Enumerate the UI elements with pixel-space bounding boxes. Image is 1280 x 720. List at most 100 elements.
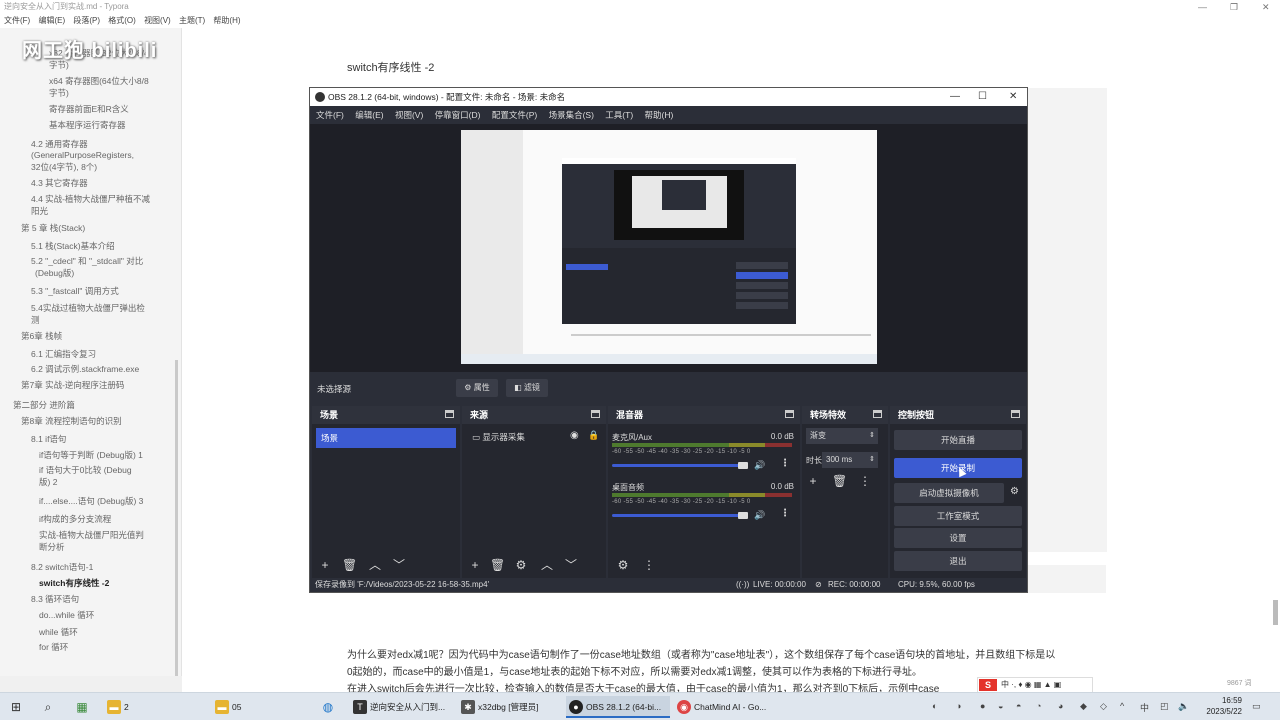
preview-canvas[interactable]: [461, 130, 877, 364]
notification-icon[interactable]: ▭: [1252, 701, 1261, 712]
toc-item[interactable]: (Debug版): [35, 268, 74, 279]
chevron-up-icon[interactable]: ^: [1120, 701, 1124, 711]
toc-item[interactable]: if....else....语句 (Debug版) 3: [39, 496, 143, 507]
toc-item[interactable]: switch有序线性 -2: [39, 578, 109, 589]
undock-icon[interactable]: [873, 410, 882, 418]
kebab-menu-icon[interactable]: ⋮: [780, 508, 790, 519]
exit-button[interactable]: 退出: [894, 551, 1022, 571]
toc-item[interactable]: 5.2 "_cdecl" 和 "_stdcall" 对比: [31, 256, 143, 267]
taskbar-folder-2[interactable]: ▬ 2: [104, 696, 204, 718]
network-icon[interactable]: ◰: [1160, 701, 1169, 712]
chevron-down-icon[interactable]: ﹀: [564, 558, 578, 572]
minimize-icon[interactable]: —: [1198, 0, 1207, 14]
menu-format[interactable]: 格式(O): [108, 16, 136, 25]
menu-file[interactable]: 文件(F): [4, 16, 30, 25]
toc-item[interactable]: 6.1 汇编指令复习: [31, 349, 96, 360]
toc-item[interactable]: 8.1 if语句: [31, 434, 66, 445]
obs-menu-view[interactable]: 视图(V): [395, 110, 423, 120]
start-streaming-button[interactable]: 开始直播: [894, 430, 1022, 450]
toc-item[interactable]: 字节): [49, 88, 69, 99]
toc-item[interactable]: 第8章 流程控制语句的识别: [21, 416, 122, 427]
close-icon[interactable]: ✕: [1262, 0, 1270, 14]
taskbar-typora[interactable]: T 逆向安全从入门到...: [350, 696, 454, 718]
toc-item[interactable]: 测: [31, 315, 40, 326]
toc-item[interactable]: 断分析: [39, 542, 65, 553]
tray-app-icon[interactable]: ◕: [1058, 701, 1063, 711]
sidebar-scrollbar[interactable]: [175, 360, 178, 690]
menu-theme[interactable]: 主题(T): [179, 16, 205, 25]
volume-slider-knob[interactable]: [738, 462, 748, 469]
ime-toolbar[interactable]: S 中 ·, ♦ ◉ ▦ ▲ ▣: [977, 677, 1093, 693]
volume-slider[interactable]: [612, 464, 748, 467]
obs-menu-profile[interactable]: 配置文件(P): [492, 110, 537, 120]
menu-help[interactable]: 帮助(H): [213, 16, 240, 25]
filters-button[interactable]: ◧ 滤镜: [506, 379, 548, 397]
tray-app-icon[interactable]: ●: [980, 701, 985, 711]
toc-item[interactable]: 4.2 通用寄存器: [31, 139, 88, 150]
toc-item[interactable]: 实战-植物大战僵尸阳光值判: [39, 530, 144, 541]
start-virtual-camera-button[interactable]: 启动虚拟摄像机: [894, 483, 1004, 503]
toc-item[interactable]: if构成的多分支流程: [39, 514, 111, 525]
trash-icon[interactable]: 🗑: [490, 558, 505, 572]
scene-item[interactable]: 场景: [316, 428, 456, 448]
toc-item[interactable]: do...while 循环: [39, 610, 94, 621]
spreadsheet-app-icon[interactable]: ▦: [74, 699, 90, 715]
toc-item[interactable]: 6.2 调试示例.stackframe.exe: [31, 364, 139, 375]
obs-menu-file[interactable]: 文件(F): [316, 110, 344, 120]
toc-item[interactable]: 第7章 实战-逆向程序注册码: [21, 380, 124, 391]
windows-start-icon[interactable]: ⊞: [8, 699, 24, 715]
volume-slider-knob[interactable]: [738, 512, 748, 519]
tray-app-icon[interactable]: ◇: [1100, 701, 1107, 712]
menu-view[interactable]: 视图(V): [144, 16, 171, 25]
chevron-down-icon[interactable]: ﹀: [392, 558, 406, 572]
trash-icon[interactable]: 🗑: [832, 474, 847, 488]
ime-tray-icon[interactable]: 中: [1140, 701, 1149, 714]
chevron-up-icon[interactable]: ︿: [540, 558, 554, 572]
tray-app-icon[interactable]: ◒: [998, 701, 1003, 711]
gear-icon[interactable]: ⚙: [514, 558, 528, 572]
toc-item[interactable]: if 语句大于0比较 (Debug: [39, 465, 132, 476]
obs-minimize-icon[interactable]: —: [950, 88, 960, 106]
toc-item[interactable]: 4.3 其它寄存器: [31, 178, 88, 189]
toc-item[interactable]: 第 5 章 栈(Stack): [21, 223, 85, 234]
toc-item[interactable]: for 循环: [39, 642, 68, 653]
menu-edit[interactable]: 编辑(E): [38, 16, 65, 25]
tray-app-icon[interactable]: ◐: [932, 701, 937, 711]
studio-mode-button[interactable]: 工作室模式: [894, 506, 1022, 526]
speaker-icon[interactable]: 🔊: [754, 510, 765, 521]
duration-input[interactable]: 300 ms ⇕: [822, 452, 878, 468]
search-icon[interactable]: ⌕: [40, 699, 56, 715]
toc-item[interactable]: 版) 2: [39, 477, 57, 488]
toc-item[interactable]: 第二部分 进阶篇: [13, 400, 75, 411]
toc-item[interactable]: 5.3 "_fastcall" 调用方式: [31, 286, 119, 297]
updown-icon[interactable]: ⇕: [869, 452, 875, 468]
preview-area[interactable]: [310, 124, 1027, 372]
toc-item[interactable]: 5.1 栈(Stack)基本介绍: [31, 241, 115, 252]
obs-menu-docks[interactable]: 停靠窗口(D): [435, 110, 481, 120]
toc-item[interactable]: if语句等于判断 (Debug版) 1: [39, 450, 143, 461]
toc-item[interactable]: while 循环: [39, 627, 78, 638]
obs-menu-edit[interactable]: 编辑(E): [355, 110, 383, 120]
maximize-icon[interactable]: ❐: [1230, 0, 1238, 14]
speaker-icon[interactable]: 🔊: [754, 460, 765, 471]
volume-icon[interactable]: 🔈: [1178, 701, 1189, 712]
obs-close-icon[interactable]: ✕: [1009, 88, 1017, 106]
add-icon[interactable]: +: [468, 558, 482, 572]
undock-icon[interactable]: [785, 410, 794, 418]
toc-item[interactable]: 8.3 循环语句: [31, 594, 79, 605]
volume-slider[interactable]: [612, 514, 748, 517]
obs-menu-help[interactable]: 帮助(H): [645, 110, 674, 120]
toc-item[interactable]: 5.4实战过植物大战僵尸弹出检: [31, 303, 145, 314]
lock-icon[interactable]: 🔒: [588, 430, 599, 441]
toc-item[interactable]: 8.2 switch语句-1: [31, 562, 93, 573]
kebab-menu-icon[interactable]: ⋮: [780, 458, 790, 469]
obs-maximize-icon[interactable]: ☐: [978, 88, 987, 106]
edge-browser-icon[interactable]: ◍: [320, 699, 336, 715]
tray-app-icon[interactable]: ◑: [956, 701, 961, 711]
obs-menu-tools[interactable]: 工具(T): [605, 110, 633, 120]
toc-item[interactable]: (GeneralPurposeRegisters,: [31, 150, 134, 161]
transition-select[interactable]: 渐变 ⇕: [806, 428, 878, 444]
menu-paragraph[interactable]: 段落(P): [73, 16, 100, 25]
toc-item[interactable]: 32位(4字节), 8个): [31, 162, 97, 173]
document-scrollbar[interactable]: [1273, 600, 1278, 625]
